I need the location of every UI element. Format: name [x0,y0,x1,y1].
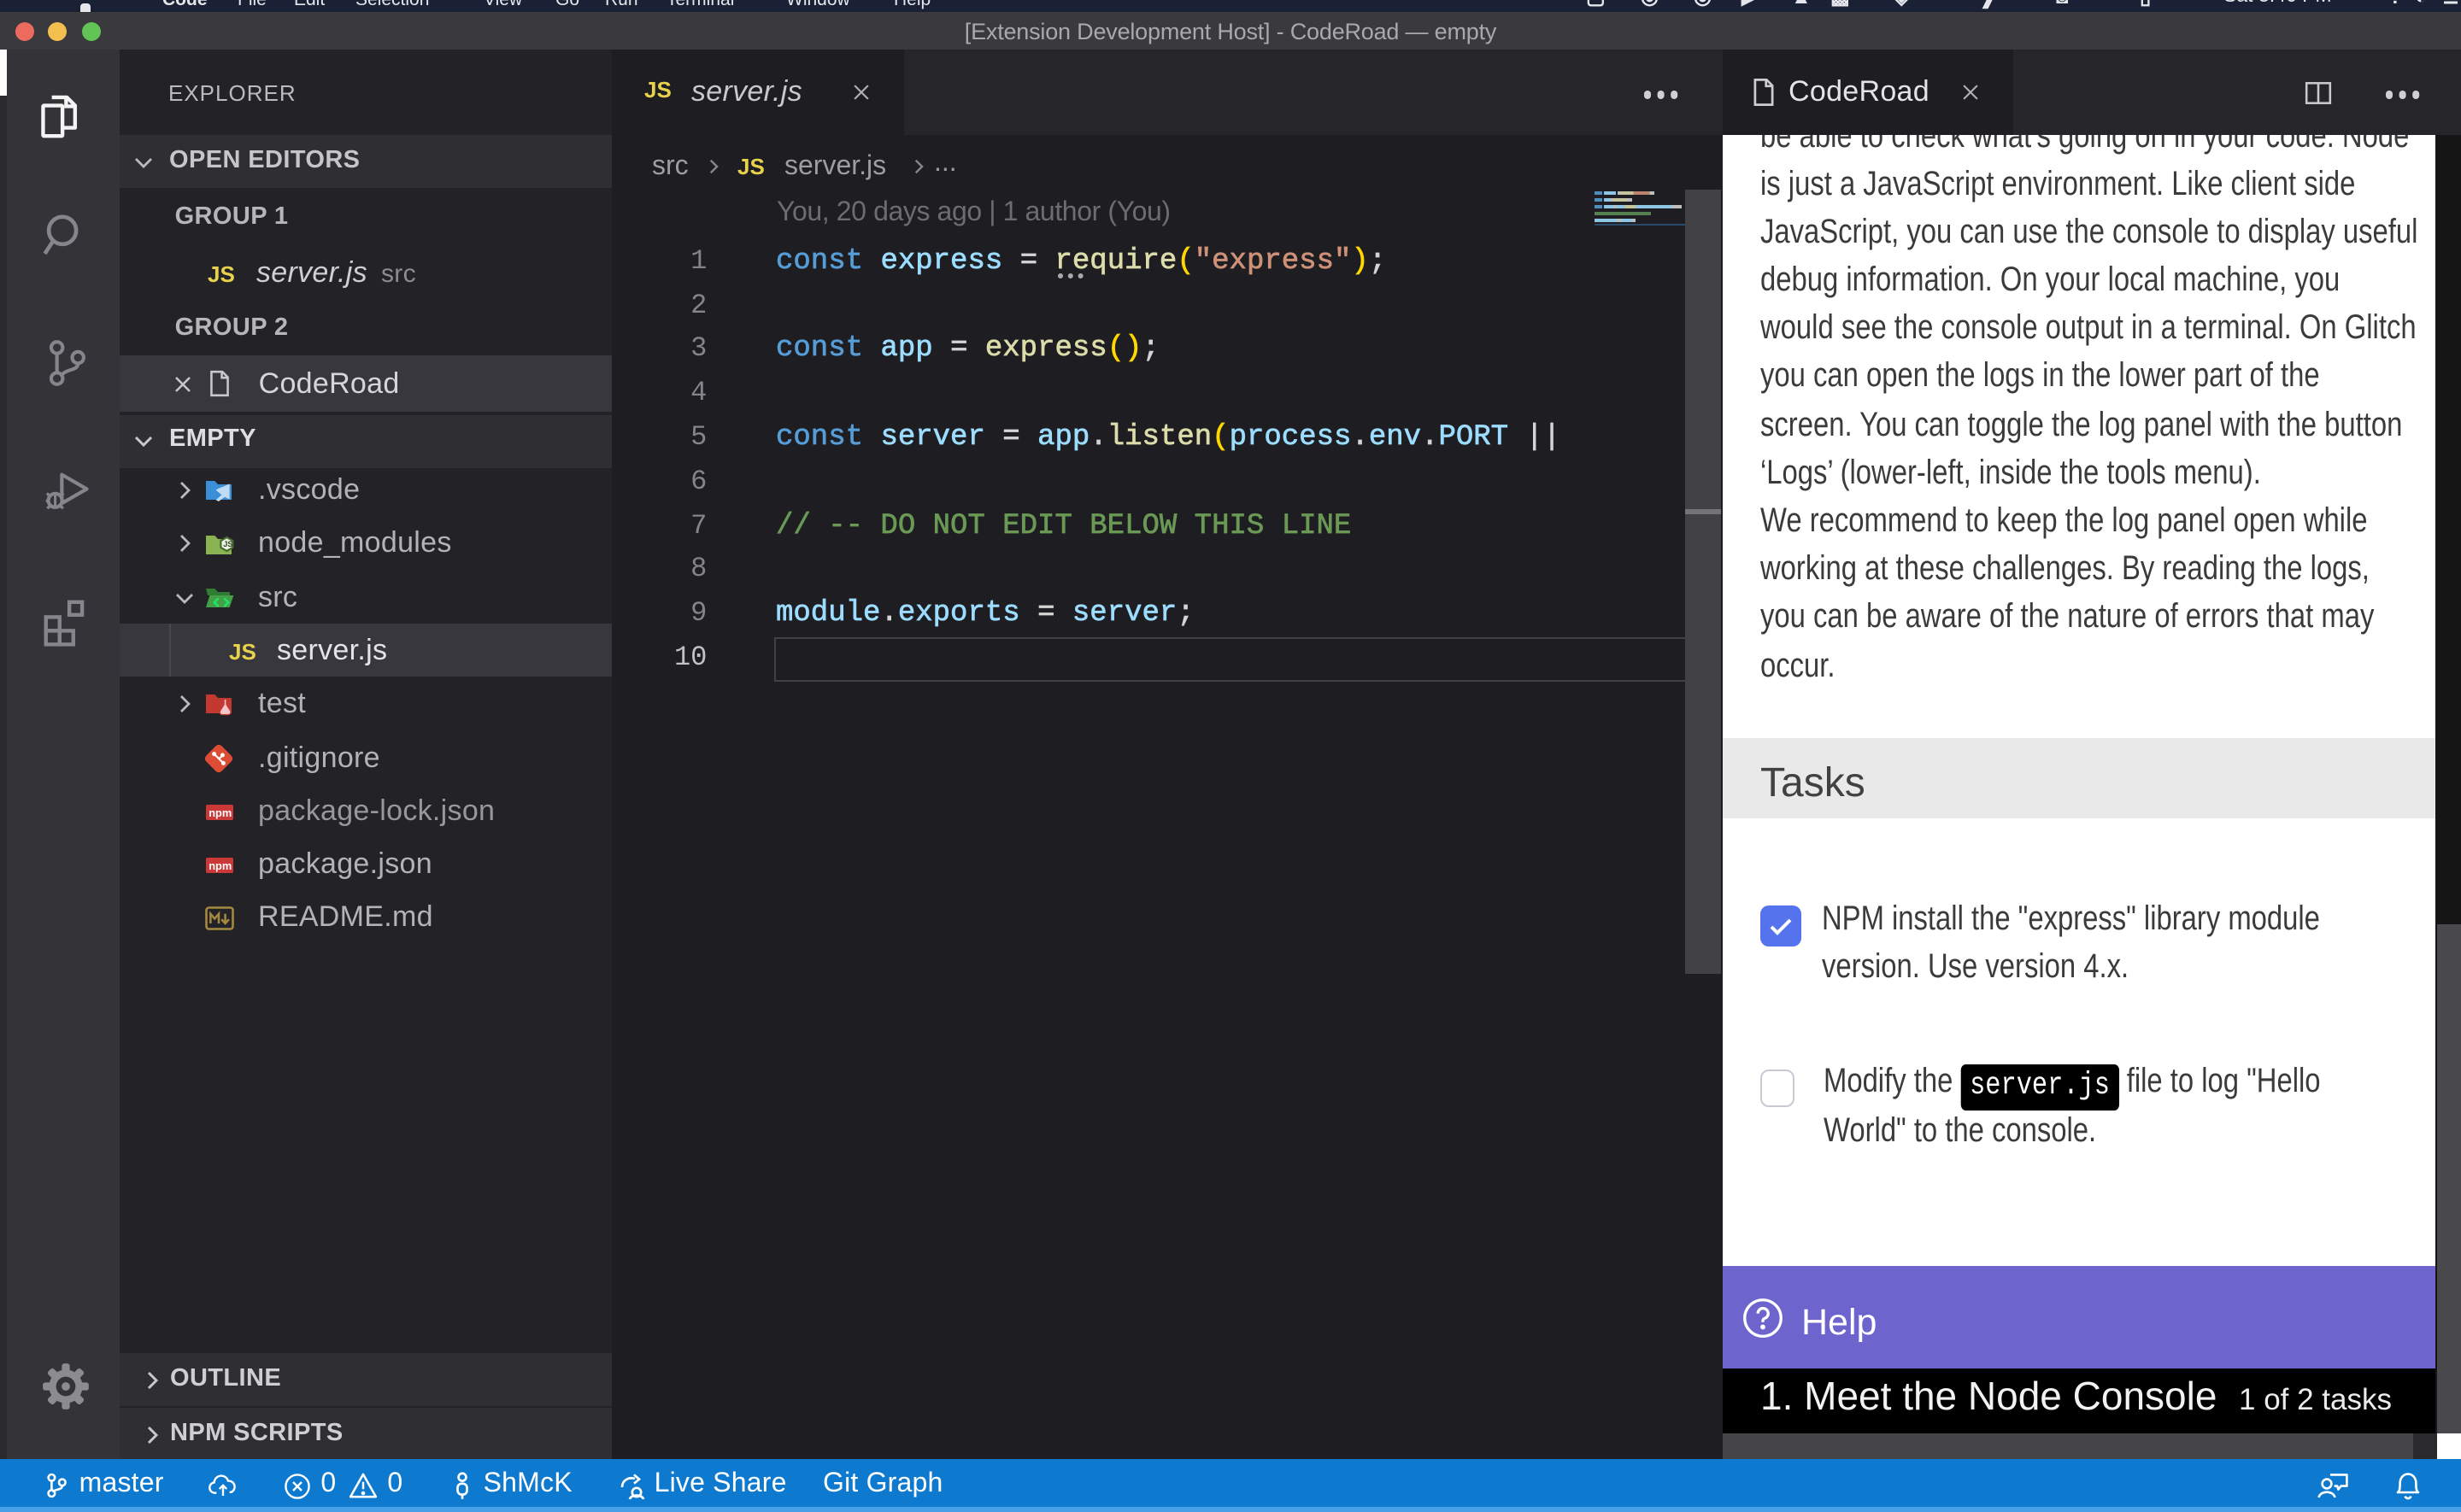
svg-text:npm: npm [208,806,231,818]
svg-text:npm: npm [208,859,231,872]
svg-text:JS: JS [223,539,232,548]
